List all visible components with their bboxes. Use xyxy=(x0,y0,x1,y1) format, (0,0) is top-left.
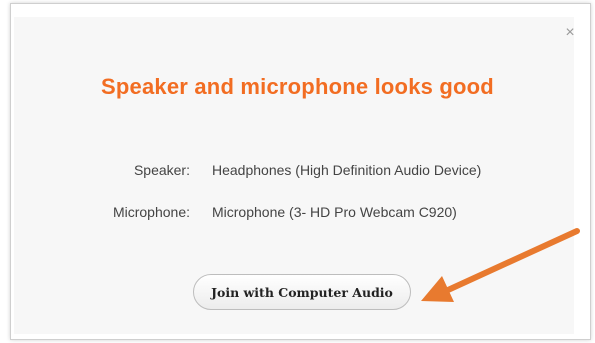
microphone-value: Microphone (3- HD Pro Webcam C920) xyxy=(212,204,457,220)
microphone-label: Microphone: xyxy=(112,204,190,220)
speaker-value: Headphones (High Definition Audio Device… xyxy=(212,162,482,178)
join-with-computer-audio-button[interactable]: Join with Computer Audio xyxy=(193,274,411,310)
close-button[interactable]: × xyxy=(561,24,579,42)
dialog-title: Speaker and microphone looks good xyxy=(101,74,494,99)
speaker-label: Speaker: xyxy=(133,162,190,178)
close-icon: × xyxy=(565,24,575,41)
